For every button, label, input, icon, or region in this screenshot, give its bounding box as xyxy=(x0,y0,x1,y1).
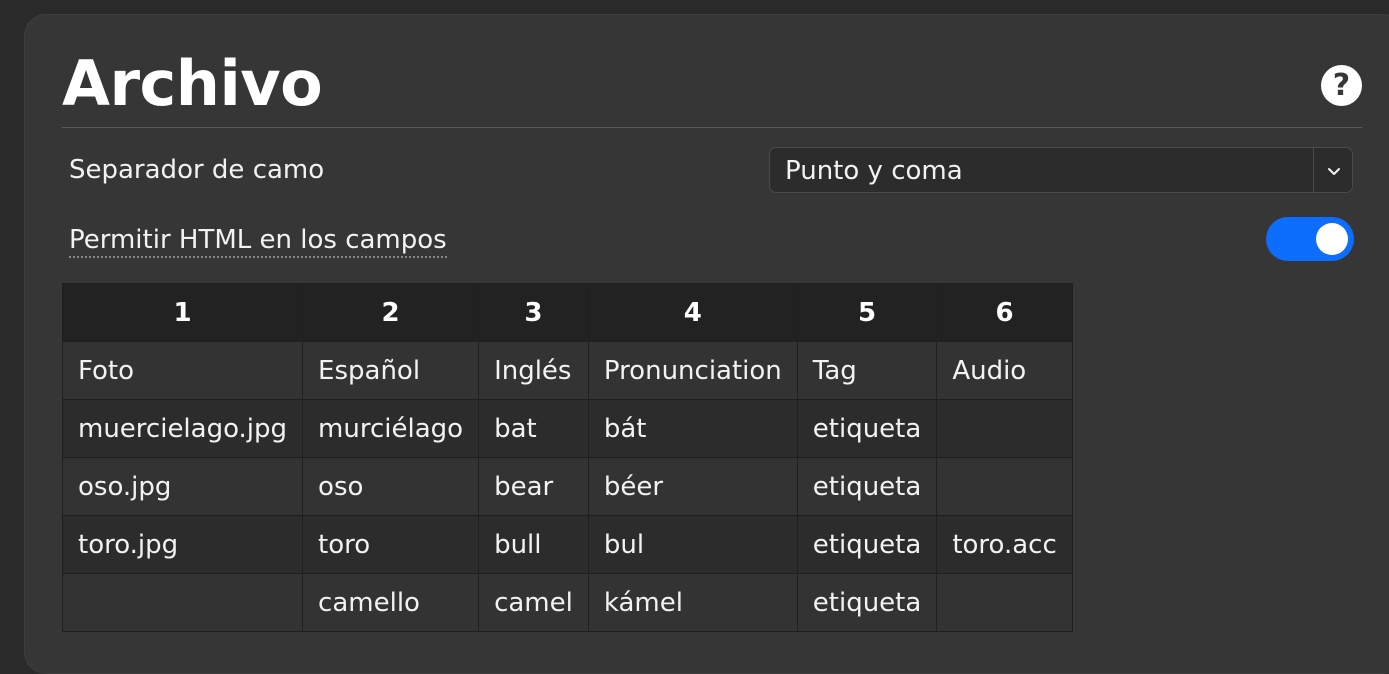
column-header: 2 xyxy=(302,283,480,342)
table-cell: oso xyxy=(302,457,480,516)
table-cell: Inglés xyxy=(478,341,589,400)
field-separator-label: Separador de camo xyxy=(69,155,325,185)
table-row: Foto Español Inglés Pronunciation Tag Au… xyxy=(61,341,1073,400)
table-cell: Pronunciation xyxy=(587,341,798,400)
table-cell: bát xyxy=(587,399,798,458)
table-cell: oso.jpg xyxy=(61,457,304,516)
allow-html-toggle[interactable] xyxy=(1266,217,1354,261)
table-row: camello camel kámel etiqueta xyxy=(61,573,1073,632)
page-title: Archivo xyxy=(62,47,323,120)
import-options-panel: Archivo ? Separador de camo Punto y coma… xyxy=(24,14,1389,674)
divider xyxy=(62,127,1362,128)
table-cell: muercielago.jpg xyxy=(61,399,304,458)
table-cell: bat xyxy=(478,399,589,458)
question-circle-icon[interactable]: ? xyxy=(1321,65,1362,106)
column-header: 3 xyxy=(478,283,589,342)
table-cell: béer xyxy=(587,457,798,516)
table-cell: Audio xyxy=(936,341,1073,400)
preview-table: 1 2 3 4 5 6 Foto Español Inglés Pronunci… xyxy=(61,283,1073,632)
table-cell: camello xyxy=(302,573,480,632)
column-header: 1 xyxy=(61,283,304,342)
table-cell xyxy=(936,573,1073,632)
table-cell: Tag xyxy=(796,341,938,400)
table-cell: murciélago xyxy=(302,399,480,458)
table-cell: kámel xyxy=(587,573,798,632)
field-separator-select[interactable]: Punto y coma xyxy=(769,147,1353,193)
field-separator-value: Punto y coma xyxy=(785,156,963,186)
table-cell xyxy=(61,573,304,632)
table-header-row: 1 2 3 4 5 6 xyxy=(61,283,1073,342)
column-header: 5 xyxy=(796,283,938,342)
table-cell: bull xyxy=(478,515,589,574)
toggle-knob xyxy=(1316,223,1348,255)
table-cell: Español xyxy=(302,341,480,400)
table-cell: etiqueta xyxy=(796,515,938,574)
table-cell: toro.acc xyxy=(936,515,1073,574)
table-cell xyxy=(936,457,1073,516)
table-cell: toro xyxy=(302,515,480,574)
table-cell xyxy=(936,399,1073,458)
table-cell: toro.jpg xyxy=(61,515,304,574)
table-row: oso.jpg oso bear béer etiqueta xyxy=(61,457,1073,516)
table-cell: etiqueta xyxy=(796,457,938,516)
table-row: muercielago.jpg murciélago bat bát etiqu… xyxy=(61,399,1073,458)
select-divider xyxy=(1313,148,1314,192)
table-cell: Foto xyxy=(61,341,304,400)
table-cell: etiqueta xyxy=(796,399,938,458)
column-header: 6 xyxy=(936,283,1073,342)
chevron-down-icon xyxy=(1328,168,1340,175)
table-cell: camel xyxy=(478,573,589,632)
table-cell: bear xyxy=(478,457,589,516)
table-cell: etiqueta xyxy=(796,573,938,632)
column-header: 4 xyxy=(587,283,798,342)
allow-html-label: Permitir HTML en los campos xyxy=(69,225,447,259)
table-cell: bul xyxy=(587,515,798,574)
table-row: toro.jpg toro bull bul etiqueta toro.acc xyxy=(61,515,1073,574)
